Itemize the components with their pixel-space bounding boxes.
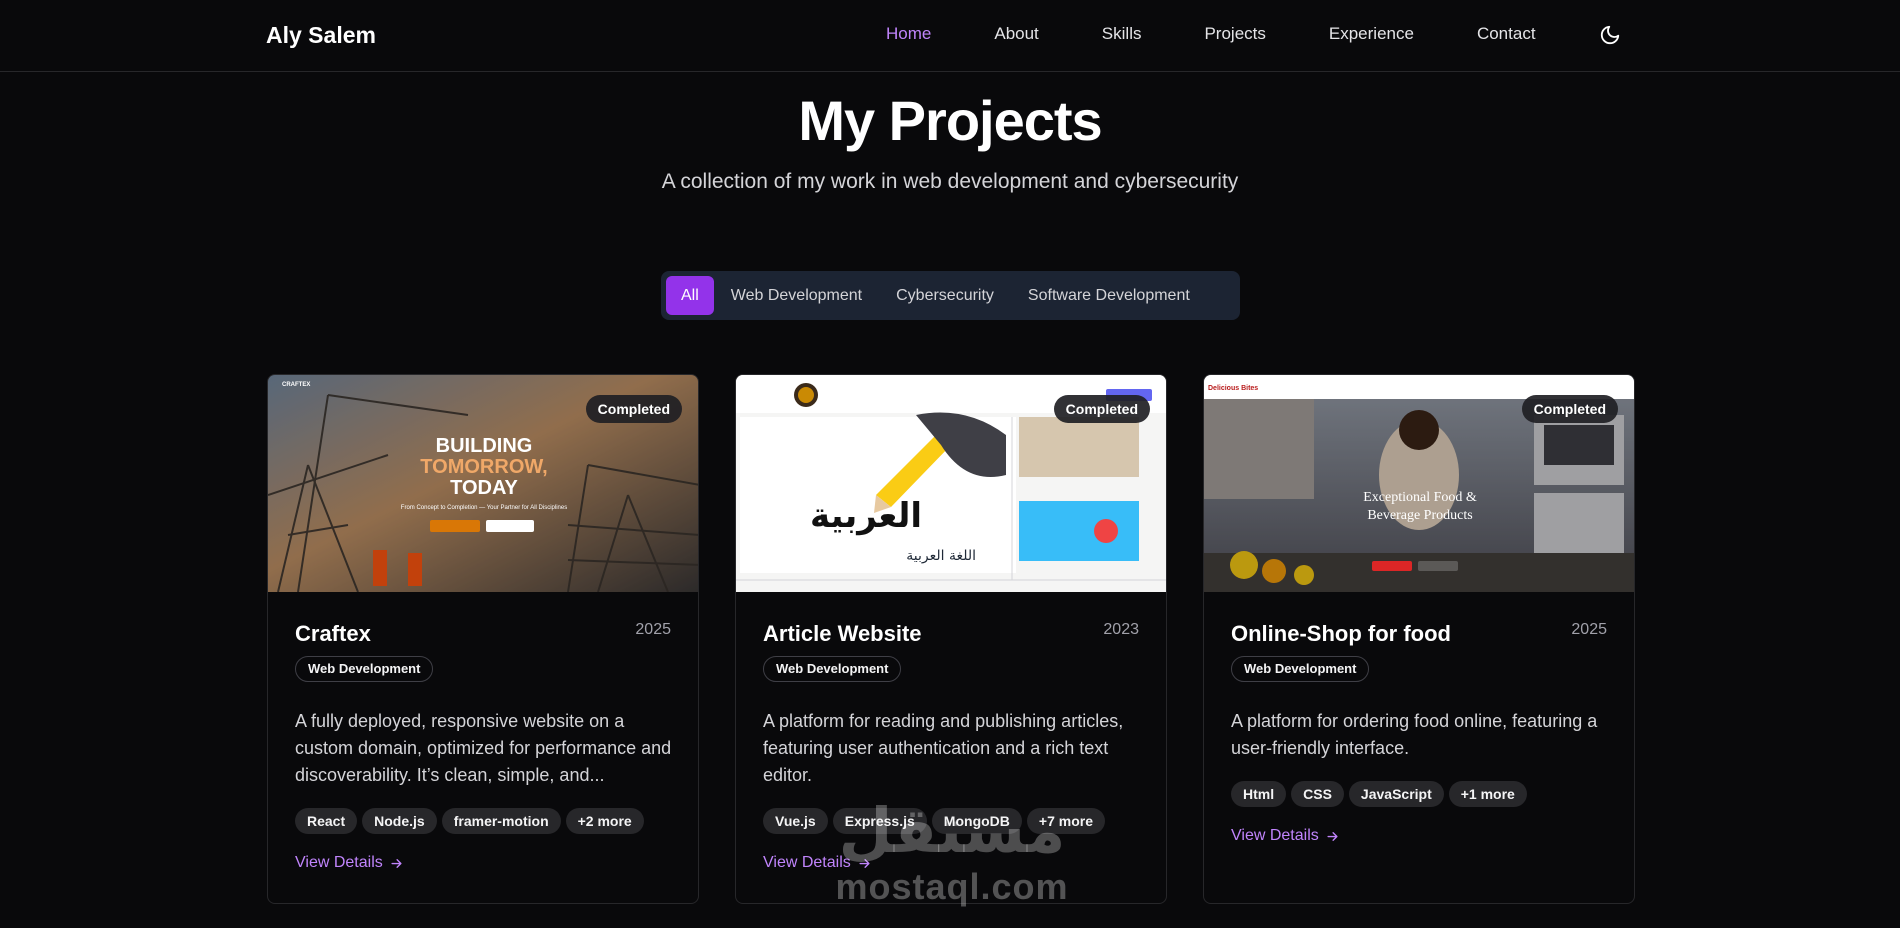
- project-description: A platform for reading and publishing ar…: [763, 711, 1124, 785]
- view-details-label: View Details: [295, 854, 383, 871]
- project-year: 2025: [1571, 621, 1607, 638]
- arrow-right-icon: [1327, 831, 1338, 841]
- svg-text:TODAY: TODAY: [450, 477, 518, 499]
- tech-chip: Html: [1231, 781, 1287, 807]
- tech-chip: CSS: [1291, 781, 1344, 807]
- tech-stack: React Node.js framer-motion +2 more: [295, 808, 649, 834]
- svg-text:Exceptional Food &: Exceptional Food &: [1363, 490, 1477, 505]
- view-details-link[interactable]: View Details: [1231, 827, 1340, 845]
- calligraphy-text: العربية: [810, 496, 922, 536]
- preview-logo: Delicious Bites: [1208, 385, 1258, 392]
- theme-toggle-button[interactable]: [1598, 24, 1622, 48]
- tech-chip: JavaScript: [1348, 781, 1444, 807]
- status-badge: Completed: [1521, 395, 1618, 423]
- page-subtitle: A collection of my work in web developme…: [661, 170, 1239, 193]
- project-preview-image[interactable]: العربية اللغة العربية Completed: [736, 375, 1166, 592]
- project-title: Article Website: [763, 621, 922, 646]
- navbar: Aly Salem Home About Skills Projects Exp…: [0, 0, 1900, 72]
- tech-stack: Vue.js Express.js MongoDB +7 more: [763, 808, 1110, 834]
- arrow-right-icon: [859, 858, 870, 868]
- arrow-right-icon: [391, 858, 402, 868]
- nav-link-projects[interactable]: Projects: [1204, 24, 1265, 44]
- nav-link-experience[interactable]: Experience: [1329, 24, 1414, 44]
- category-badge: Web Development: [295, 656, 434, 682]
- filter-tab-software-development[interactable]: Software Development: [1011, 276, 1207, 315]
- moon-icon: [1600, 25, 1620, 45]
- status-badge: Completed: [1053, 395, 1150, 423]
- tech-chip-more: +2 more: [565, 808, 644, 834]
- view-details-link[interactable]: View Details: [295, 854, 404, 872]
- tech-chip: Vue.js: [763, 808, 828, 834]
- view-details-label: View Details: [1231, 827, 1319, 844]
- tech-chip-more: +1 more: [1448, 781, 1527, 807]
- project-description: A platform for ordering food online, fea…: [1231, 711, 1598, 758]
- brand-logo[interactable]: Aly Salem: [266, 22, 376, 49]
- view-details-link[interactable]: View Details: [763, 854, 872, 872]
- nav-link-skills[interactable]: Skills: [1102, 24, 1142, 44]
- svg-text:TOMORROW,: TOMORROW,: [420, 456, 547, 478]
- project-description: A fully deployed, responsive website on …: [295, 711, 672, 785]
- tech-chip: Node.js: [362, 808, 437, 834]
- svg-text:From Concept to Completion — Y: From Concept to Completion — Your Partne…: [401, 505, 567, 511]
- project-year: 2023: [1103, 621, 1139, 638]
- project-preview-image[interactable]: CRAFTEX BUILDING TOMORROW, TODAY From Co…: [268, 375, 698, 592]
- category-badge: Web Development: [763, 656, 902, 682]
- view-details-label: View Details: [763, 854, 851, 871]
- category-badge: Web Development: [1231, 656, 1370, 682]
- project-title: Online-Shop for food: [1231, 621, 1451, 646]
- filter-tab-all[interactable]: All: [666, 276, 714, 315]
- svg-text:اللغة العربية: اللغة العربية: [906, 548, 976, 564]
- project-card-online-shop: Delicious Bites Exceptional Food & Bever…: [1203, 374, 1635, 904]
- project-year: 2025: [635, 621, 671, 638]
- tech-chip: React: [295, 808, 358, 834]
- nav-link-contact[interactable]: Contact: [1477, 24, 1536, 44]
- tech-chip: framer-motion: [441, 808, 561, 834]
- filter-tab-web-development[interactable]: Web Development: [714, 276, 879, 315]
- project-card-craftex: CRAFTEX BUILDING TOMORROW, TODAY From Co…: [267, 374, 699, 904]
- filter-tab-cybersecurity[interactable]: Cybersecurity: [879, 276, 1011, 315]
- tech-chip-more: +7 more: [1026, 808, 1105, 834]
- svg-text:BUILDING: BUILDING: [436, 435, 533, 457]
- tech-stack: Html CSS JavaScript +1 more: [1231, 781, 1532, 807]
- status-badge: Completed: [585, 395, 682, 423]
- page-title: My Projects: [798, 89, 1102, 152]
- project-card-article-website: العربية اللغة العربية Completed Article …: [735, 374, 1167, 904]
- project-filter-tabs: All Web Development Cybersecurity Softwa…: [661, 271, 1240, 320]
- nav-link-about[interactable]: About: [994, 24, 1038, 44]
- tech-chip: Express.js: [832, 808, 927, 834]
- svg-text:Beverage Products: Beverage Products: [1367, 508, 1472, 523]
- project-preview-image[interactable]: Delicious Bites Exceptional Food & Bever…: [1204, 375, 1634, 592]
- project-title: Craftex: [295, 621, 371, 646]
- nav-link-home[interactable]: Home: [886, 24, 931, 44]
- tech-chip: MongoDB: [931, 808, 1022, 834]
- preview-logo: CRAFTEX: [282, 382, 310, 388]
- nav-links: Home About Skills Projects Experience Co…: [886, 24, 1536, 44]
